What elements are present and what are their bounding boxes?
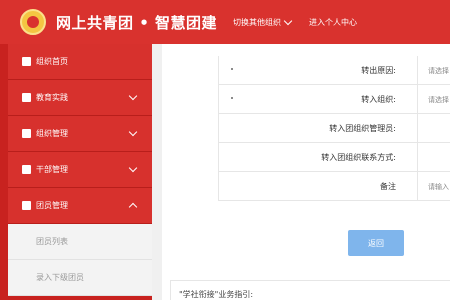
sidebar-subitem-label: 录入下级团员: [36, 273, 84, 282]
form-label: 转入团组织管理员:: [329, 124, 396, 133]
target-contact-value: [417, 143, 450, 172]
chevron-up-icon: [128, 202, 138, 212]
home-icon: [22, 57, 31, 66]
required-marker: [231, 68, 233, 70]
personal-center-link[interactable]: 进入个人中心: [309, 17, 357, 28]
form-row-target-org: 转入组织: 请选择: [219, 85, 450, 114]
sidebar-item-member-management[interactable]: 团员管理: [8, 188, 152, 224]
youth-league-logo-icon: [20, 9, 46, 35]
org-icon: [22, 129, 31, 138]
cadre-icon: [22, 165, 31, 174]
sidebar: 组织首页 教育实践 组织管理 干部管理 团员管理 团员列表 录入下级团员: [0, 44, 152, 300]
target-org-select[interactable]: 请选择: [417, 85, 450, 114]
sidebar-item-label: 组织管理: [36, 129, 68, 138]
remark-input[interactable]: 请输入: [417, 172, 450, 201]
chevron-down-icon: [128, 127, 138, 137]
required-marker: [231, 97, 233, 99]
sidebar-subitem-member-list[interactable]: 团员列表: [8, 224, 152, 260]
form-row-remark: 备注 请输入: [219, 172, 450, 201]
sidebar-item-org-home[interactable]: 组织首页: [8, 44, 152, 80]
form-row-target-contact: 转入团组织联系方式:: [219, 143, 450, 172]
sidebar-item-label: 组织首页: [36, 57, 68, 66]
sidebar-item-cadre-management[interactable]: 干部管理: [8, 152, 152, 188]
members-icon: [22, 201, 31, 210]
sidebar-item-org-management[interactable]: 组织管理: [8, 116, 152, 152]
business-guide-panel: "学社衔接"业务指引:: [170, 280, 450, 300]
site-title: 网上共青团 • 智慧团建: [56, 13, 218, 32]
chevron-down-icon: [283, 16, 293, 25]
sidebar-subitem-add-member[interactable]: 录入下级团员: [8, 260, 152, 296]
sidebar-item-label: 干部管理: [36, 165, 68, 174]
guide-title: "学社衔接"业务指引:: [179, 290, 254, 299]
form-label: 备注: [380, 182, 396, 191]
switch-org-label: 切换其他组织: [233, 17, 282, 27]
top-header: 网上共青团 • 智慧团建 切换其他组织 进入个人中心: [0, 0, 450, 44]
form-row-transfer-reason: 转出原因: 请选择: [219, 56, 450, 85]
form-label: 转入组织:: [361, 95, 396, 104]
chevron-down-icon: [128, 163, 138, 173]
sidebar-item-label: 团员管理: [36, 201, 68, 210]
form-label: 转出原因:: [361, 66, 396, 75]
form-row-target-admin: 转入团组织管理员:: [219, 114, 450, 143]
book-icon: [22, 93, 31, 102]
target-admin-value: [417, 114, 450, 143]
form-label: 转入团组织联系方式:: [321, 153, 396, 162]
sidebar-item-education[interactable]: 教育实践: [8, 80, 152, 116]
transfer-reason-select[interactable]: 请选择: [417, 56, 450, 85]
transfer-form: 转出原因: 请选择 转入组织: 请选择 转入团组织管理员: 转入团组织联系方式:…: [218, 56, 450, 201]
back-button[interactable]: 返回: [348, 230, 404, 256]
sidebar-subitem-label: 团员列表: [36, 237, 68, 246]
switch-org-dropdown[interactable]: 切换其他组织: [233, 16, 293, 28]
main-content: 转出原因: 请选择 转入组织: 请选择 转入团组织管理员: 转入团组织联系方式:…: [162, 44, 450, 300]
sidebar-item-label: 教育实践: [36, 93, 68, 102]
chevron-down-icon: [128, 91, 138, 101]
